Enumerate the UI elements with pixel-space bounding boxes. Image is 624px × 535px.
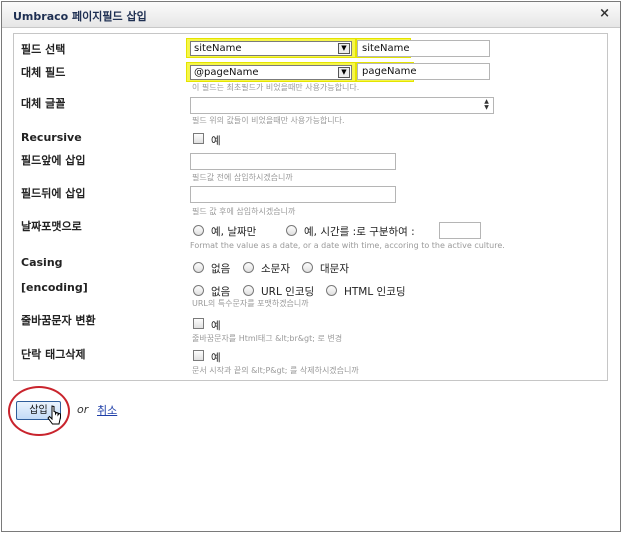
encoding-hint: URL의 특수문자를 포맷하겠습니까 — [192, 299, 309, 308]
alt-text-input[interactable]: ▲ ▼ — [190, 97, 494, 114]
casing-lower-radio[interactable] — [243, 262, 254, 273]
encoding-none-radio[interactable] — [193, 285, 204, 296]
alt-field-value: @pageName — [194, 67, 259, 78]
date-only-radio[interactable] — [193, 225, 204, 236]
or-text: or — [77, 403, 89, 416]
field-select-value: siteName — [194, 43, 242, 54]
insert-after-label: 필드뒤에 삽입 — [21, 187, 86, 200]
casing-upper-radio[interactable] — [302, 262, 313, 273]
casing-none-radio[interactable] — [193, 262, 204, 273]
dialog-title: Umbraco 페이지필드 삽입 — [13, 10, 147, 23]
alt-field-dropdown[interactable]: @pageName ▼ — [190, 65, 352, 80]
casing-none-label: 없음 — [211, 263, 231, 275]
field-select-dropdown[interactable]: siteName ▼ — [190, 41, 352, 56]
strip-p-label: 단락 태그삭제 — [21, 348, 86, 361]
encoding-none-label: 없음 — [211, 286, 231, 298]
pointer-cursor-icon — [47, 405, 61, 425]
strip-p-checkbox-label: 예 — [211, 352, 221, 364]
close-icon[interactable]: × — [599, 6, 610, 21]
chevron-down-icon[interactable]: ▼ — [338, 67, 350, 78]
spinner-icon[interactable]: ▲ ▼ — [481, 99, 492, 112]
cancel-link[interactable]: 취소 — [97, 402, 117, 418]
date-format-label: 날짜포맷으로 — [21, 220, 82, 233]
recursive-checkbox-label: 예 — [211, 135, 221, 147]
casing-lower-label: 소문자 — [261, 263, 290, 275]
encoding-label: [encoding] — [21, 281, 88, 294]
encoding-html-label: HTML 인코딩 — [344, 286, 406, 298]
alt-field-input-value: pageName — [362, 66, 417, 77]
linebreaks-label: 줄바꿈문자 변환 — [21, 314, 96, 327]
date-time-radio-label: 예, 시간를 :로 구분하여 : — [304, 226, 415, 238]
strip-p-hint: 문서 시작과 끝의 &lt;P&gt; 를 삭제하시겠습니까 — [192, 366, 359, 375]
linebreaks-checkbox[interactable] — [193, 318, 204, 329]
field-select-label: 필드 선택 — [21, 43, 66, 56]
alt-field-label: 대체 필드 — [21, 66, 66, 79]
insert-before-label: 필드앞에 삽입 — [21, 154, 86, 167]
insert-after-hint: 필드 값 후에 삽입하시겠습니까 — [192, 207, 296, 216]
field-select-input-value: siteName — [362, 43, 410, 54]
time-separator-input[interactable] — [439, 222, 481, 239]
strip-p-checkbox[interactable] — [193, 350, 204, 361]
field-select-input[interactable]: siteName — [357, 40, 490, 57]
casing-upper-label: 대문자 — [320, 263, 349, 275]
encoding-url-label: URL 인코딩 — [261, 286, 315, 298]
alt-text-hint: 필드 위의 값들이 비었을때만 사용가능합니다. — [192, 116, 345, 125]
recursive-label: Recursive — [21, 131, 82, 144]
date-format-hint: Format the value as a date, or a date wi… — [190, 241, 505, 250]
alt-field-input[interactable]: pageName — [357, 63, 490, 80]
encoding-url-radio[interactable] — [243, 285, 254, 296]
recursive-checkbox[interactable] — [193, 133, 204, 144]
insert-before-hint: 필드값 전에 삽입하시겠습니까 — [192, 173, 293, 182]
chevron-down-icon[interactable]: ▼ — [338, 43, 350, 54]
date-only-radio-label: 예, 날짜만 — [211, 226, 257, 238]
linebreaks-checkbox-label: 예 — [211, 320, 221, 332]
encoding-html-radio[interactable] — [326, 285, 337, 296]
alt-field-hint: 이 필드는 최초필드가 비었을때만 사용가능합니다. — [192, 83, 360, 92]
alt-text-label: 대체 글꼴 — [21, 97, 66, 110]
insert-before-input[interactable] — [190, 153, 396, 170]
dialog-titlebar: Umbraco 페이지필드 삽입 × — [2, 2, 620, 28]
date-time-radio[interactable] — [286, 225, 297, 236]
linebreaks-hint: 줄바꿈문자를 Html태그 &lt;br&gt; 로 변경 — [192, 334, 343, 343]
casing-label: Casing — [21, 256, 63, 269]
insert-after-input[interactable] — [190, 186, 396, 203]
